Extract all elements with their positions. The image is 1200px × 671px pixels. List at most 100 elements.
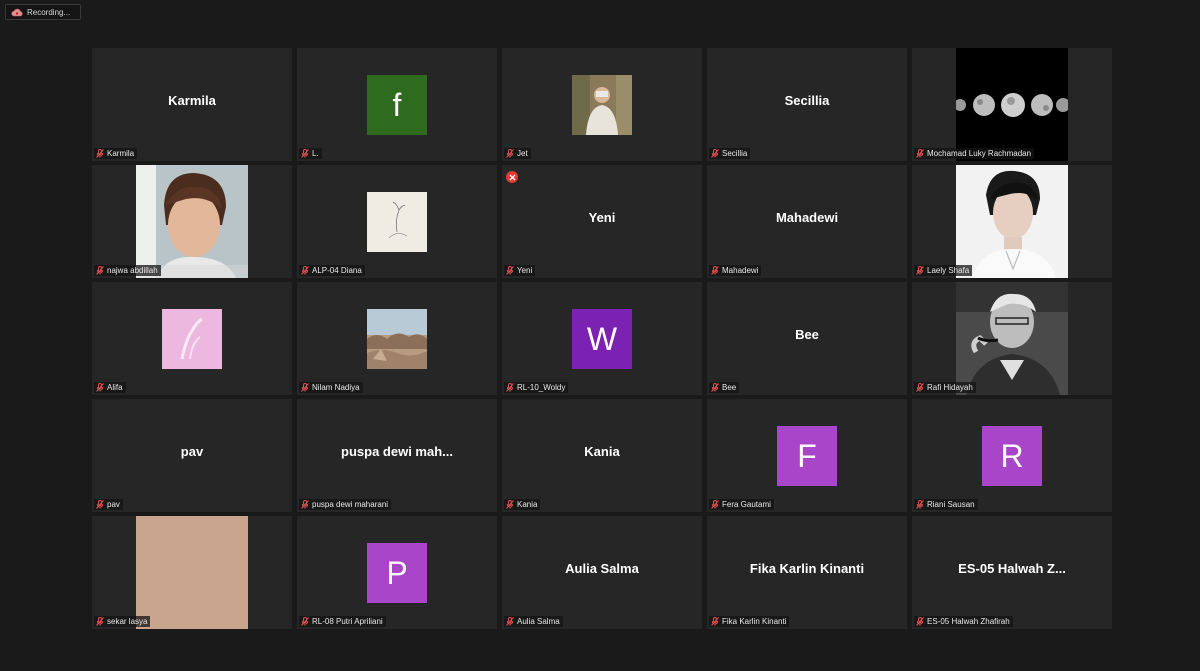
- participant-name: L.: [312, 149, 319, 158]
- muted-mic-icon: [506, 266, 514, 275]
- participant-tile[interactable]: Bee Bee: [707, 282, 907, 395]
- participant-tile[interactable]: najwa abdillah: [92, 165, 292, 278]
- participant-tile[interactable]: Aulia Salma Aulia Salma: [502, 516, 702, 629]
- muted-mic-icon: [916, 383, 924, 392]
- participant-avatar: R: [982, 426, 1042, 486]
- muted-mic-icon: [916, 266, 924, 275]
- participant-name: RL-10_Woldy: [517, 383, 566, 392]
- participant-name: Kania: [517, 500, 538, 509]
- participant-name-label: Riani Sausan: [914, 499, 978, 510]
- participant-name-label: Nilam Nadiya: [299, 382, 363, 393]
- participant-tile[interactable]: f L.: [297, 48, 497, 161]
- participant-name: Alifa: [107, 383, 123, 392]
- recording-indicator[interactable]: Recording...: [5, 4, 81, 20]
- participant-name: Mahadewi: [722, 266, 759, 275]
- participant-tile[interactable]: Fika Karlin Kinanti Fika Karlin Kinanti: [707, 516, 907, 629]
- muted-mic-icon: [96, 149, 104, 158]
- participant-tile[interactable]: Laely Shafa: [912, 165, 1112, 278]
- muted-mic-icon: [301, 149, 309, 158]
- participant-display-name: Kania: [584, 444, 620, 459]
- muted-mic-icon: [506, 383, 514, 392]
- participant-tile[interactable]: Alifa: [92, 282, 292, 395]
- participant-avatar: F: [777, 426, 837, 486]
- muted-mic-icon: [916, 617, 924, 626]
- participant-name-label: Yeni: [504, 265, 536, 276]
- participant-tile[interactable]: puspa dewi mah... puspa dewi maharani: [297, 399, 497, 512]
- participant-name: sekar lasya: [107, 617, 148, 626]
- participant-name-label: Karmila: [94, 148, 138, 159]
- participant-name-label: Fika Karlin Kinanti: [709, 616, 790, 627]
- participant-display-name: Fika Karlin Kinanti: [749, 561, 865, 576]
- participant-name-label: Mochamad Luky Rachmadan: [914, 148, 1035, 159]
- participant-tile[interactable]: Secillia Secillia: [707, 48, 907, 161]
- participant-tile[interactable]: sekar lasya: [92, 516, 292, 629]
- participant-name-label: RL-10_Woldy: [504, 382, 569, 393]
- participant-display-name: Aulia Salma: [565, 561, 639, 576]
- connection-error-icon: [506, 171, 518, 183]
- participant-tile[interactable]: ES-05 Halwah Z... ES-05 Halwah Zhafirah: [912, 516, 1112, 629]
- participant-profile-photo: [162, 309, 222, 369]
- participant-name: puspa dewi maharani: [312, 500, 389, 509]
- muted-mic-icon: [506, 617, 514, 626]
- participant-tile[interactable]: Rafi Hidayah: [912, 282, 1112, 395]
- participant-tile[interactable]: Yeni Yeni: [502, 165, 702, 278]
- participant-name-label: ALP-04 Diana: [299, 265, 365, 276]
- muted-mic-icon: [711, 149, 719, 158]
- muted-mic-icon: [301, 500, 309, 509]
- participant-name: pav: [107, 500, 120, 509]
- participant-name: Mochamad Luky Rachmadan: [927, 149, 1032, 158]
- muted-mic-icon: [301, 266, 309, 275]
- muted-mic-icon: [506, 500, 514, 509]
- participant-profile-photo: [367, 192, 427, 252]
- participant-tile[interactable]: Karmila Karmila: [92, 48, 292, 161]
- participant-name-label: Secillia: [709, 148, 751, 159]
- participant-video: [136, 165, 248, 278]
- participant-display-name: Mahadewi: [775, 210, 839, 225]
- participant-tile[interactable]: Mahadewi Mahadewi: [707, 165, 907, 278]
- participant-profile-photo: [572, 75, 632, 135]
- participant-display-name: Secillia: [784, 93, 830, 108]
- participant-name: Rafi Hidayah: [927, 383, 973, 392]
- participant-tile[interactable]: Kania Kania: [502, 399, 702, 512]
- participant-name: Jet: [517, 149, 528, 158]
- participant-tile[interactable]: P RL-08 Putri Apriliani: [297, 516, 497, 629]
- participant-name: Fika Karlin Kinanti: [722, 617, 787, 626]
- participant-name-label: pav: [94, 499, 123, 510]
- muted-mic-icon: [301, 383, 309, 392]
- participant-name-label: najwa abdillah: [94, 265, 161, 276]
- participant-display-name: Bee: [795, 327, 819, 342]
- muted-mic-icon: [506, 149, 514, 158]
- participant-tile[interactable]: Mochamad Luky Rachmadan: [912, 48, 1112, 161]
- recording-label: Recording...: [27, 7, 71, 17]
- muted-mic-icon: [711, 383, 719, 392]
- participant-name-label: puspa dewi maharani: [299, 499, 392, 510]
- muted-mic-icon: [96, 383, 104, 392]
- muted-mic-icon: [96, 266, 104, 275]
- participant-name: Fera Gautami: [722, 500, 771, 509]
- participant-tile[interactable]: Nilam Nadiya: [297, 282, 497, 395]
- participant-name-label: L.: [299, 148, 322, 159]
- participant-name-label: Bee: [709, 382, 740, 393]
- participant-name-label: Laely Shafa: [914, 265, 973, 276]
- participant-tile[interactable]: R Riani Sausan: [912, 399, 1112, 512]
- participant-avatar: f: [367, 75, 427, 135]
- participant-name: Yeni: [517, 266, 533, 275]
- participant-tile[interactable]: pav pav: [92, 399, 292, 512]
- cloud-recording-icon: [11, 8, 23, 17]
- participant-name-label: Rafi Hidayah: [914, 382, 976, 393]
- muted-mic-icon: [711, 617, 719, 626]
- muted-mic-icon: [96, 500, 104, 509]
- participant-display-name: Karmila: [168, 93, 216, 108]
- participant-name-label: Jet: [504, 148, 531, 159]
- participant-name: RL-08 Putri Apriliani: [312, 617, 383, 626]
- participant-name: najwa abdillah: [107, 266, 158, 275]
- muted-mic-icon: [711, 500, 719, 509]
- participant-tile[interactable]: Jet: [502, 48, 702, 161]
- participant-video: [954, 48, 1070, 161]
- participant-name: Laely Shafa: [927, 266, 970, 275]
- muted-mic-icon: [916, 500, 924, 509]
- participant-avatar: P: [367, 543, 427, 603]
- participant-tile[interactable]: W RL-10_Woldy: [502, 282, 702, 395]
- participant-tile[interactable]: ALP-04 Diana: [297, 165, 497, 278]
- participant-tile[interactable]: F Fera Gautami: [707, 399, 907, 512]
